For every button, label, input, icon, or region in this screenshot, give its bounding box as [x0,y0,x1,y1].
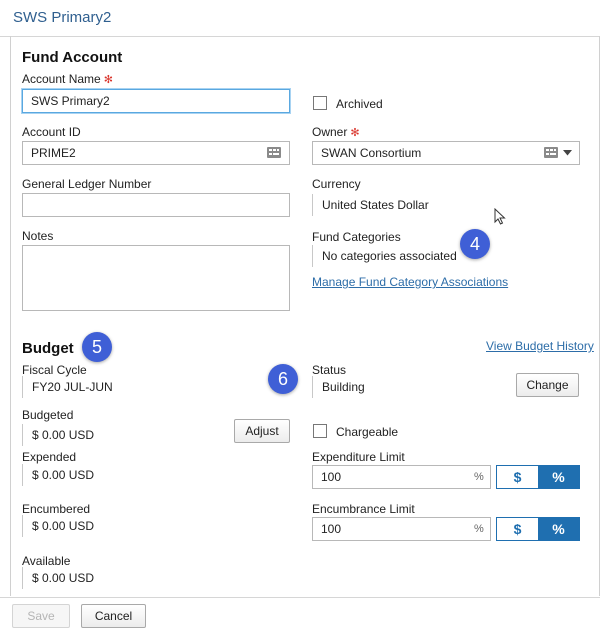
fund-categories-value: No categories associated [312,245,457,267]
account-name-label: Account Name ✻ [22,72,113,86]
expenditure-limit-input[interactable]: 100 [312,465,491,489]
encumbrance-limit-mode-toggle: $ % [496,517,580,541]
chargeable-label: Chargeable [336,425,399,439]
encumbrance-dollar-toggle[interactable]: $ [497,518,538,540]
title-bar: SWS Primary2 [0,0,600,37]
expenditure-percent-toggle[interactable]: % [538,466,579,488]
footer-bar: Save Cancel [0,597,600,632]
expenditure-dollar-toggle[interactable]: $ [497,466,538,488]
chargeable-checkbox[interactable] [313,424,327,438]
encumbrance-limit-unit: % [474,523,484,535]
archived-label: Archived [336,97,383,111]
lookup-icon[interactable] [544,147,558,158]
mouse-cursor-icon [494,208,506,225]
expended-value: $ 0.00 USD [22,464,94,486]
budgeted-label: Budgeted [22,408,74,422]
budgeted-value: $ 0.00 USD [22,424,94,446]
archived-checkbox[interactable] [313,96,327,110]
account-id-value: PRIME2 [31,146,76,160]
fund-account-heading: Fund Account [22,49,123,66]
expended-label: Expended [22,450,77,464]
gl-number-label: General Ledger Number [22,177,152,191]
lookup-icon[interactable] [267,147,281,158]
callout-badge-4: 4 [460,229,490,259]
form-panel [10,36,600,596]
fiscal-cycle-label: Fiscal Cycle [22,363,87,377]
fiscal-cycle-value: FY20 JUL-JUN [22,376,113,398]
expenditure-limit-value: 100 [321,470,342,484]
required-icon: ✻ [103,74,113,86]
currency-value: United States Dollar [312,194,429,216]
cancel-button[interactable]: Cancel [81,604,146,628]
required-icon: ✻ [350,127,360,139]
account-id-label: Account ID [22,125,81,139]
callout-badge-5: 5 [82,332,112,362]
view-budget-history-link[interactable]: View Budget History [486,339,594,353]
currency-label: Currency [312,177,361,191]
available-value: $ 0.00 USD [22,567,94,589]
owner-label: Owner ✻ [312,125,360,139]
budget-heading: Budget [22,340,74,357]
encumbrance-percent-toggle[interactable]: % [538,518,579,540]
manage-fund-categories-link[interactable]: Manage Fund Category Associations [312,275,508,289]
expenditure-limit-mode-toggle: $ % [496,465,580,489]
fund-categories-label: Fund Categories [312,230,401,244]
account-id-field[interactable]: PRIME2 [22,141,290,165]
encumbrance-limit-value: 100 [321,522,342,536]
chevron-down-icon[interactable] [563,150,572,156]
save-button[interactable]: Save [12,604,70,628]
encumbered-value: $ 0.00 USD [22,515,94,537]
encumbrance-limit-input[interactable]: 100 [312,517,491,541]
encumbered-label: Encumbered [22,502,91,516]
encumbrance-limit-label: Encumbrance Limit [312,502,415,516]
status-value: Building [312,376,365,398]
callout-badge-6: 6 [268,364,298,394]
owner-value: SWAN Consortium [321,146,422,160]
gl-number-input[interactable] [22,193,290,217]
notes-label: Notes [22,229,54,243]
window-title: SWS Primary2 [13,9,112,26]
expenditure-limit-label: Expenditure Limit [312,450,405,464]
available-label: Available [22,554,71,568]
change-status-button[interactable]: Change [516,373,579,397]
expenditure-limit-unit: % [474,471,484,483]
status-label: Status [312,363,347,377]
owner-select[interactable]: SWAN Consortium [312,141,580,165]
adjust-budget-button[interactable]: Adjust [234,419,290,443]
notes-textarea[interactable] [22,245,290,311]
account-name-input[interactable] [22,89,290,113]
